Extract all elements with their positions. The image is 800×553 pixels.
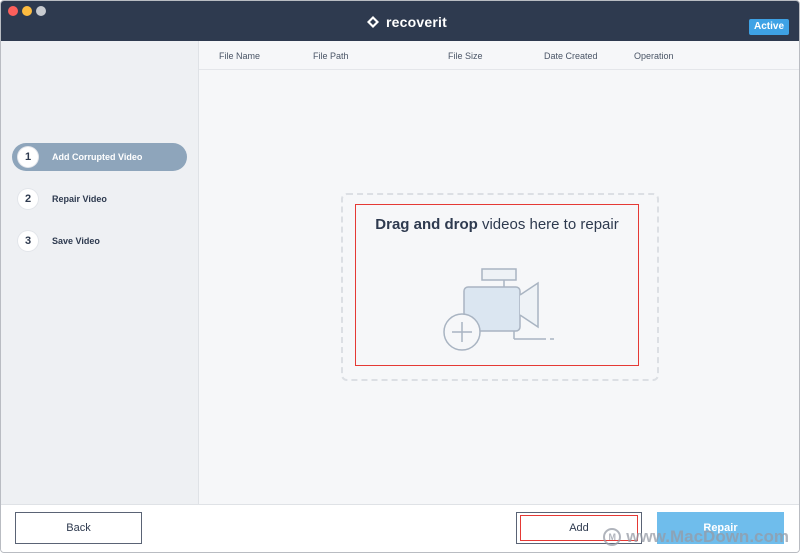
- app-window: recoverit Active 1 Add Corrupted Video 2…: [0, 0, 800, 553]
- step-label: Save Video: [52, 236, 100, 246]
- step-repair-video[interactable]: 2 Repair Video: [12, 185, 187, 213]
- column-operation: Operation: [634, 51, 674, 61]
- watermark-text: www.MacDown.com: [626, 527, 789, 546]
- step-number: 3: [18, 231, 38, 251]
- column-file-path: File Path: [313, 51, 349, 61]
- app-brand: recoverit: [365, 13, 447, 31]
- step-label: Repair Video: [52, 194, 107, 204]
- app-name: recoverit: [386, 14, 447, 30]
- footer-bar: Back Add Repair M www.MacDown.com: [1, 504, 799, 552]
- close-window-button[interactable]: [8, 6, 18, 16]
- step-number: 2: [18, 189, 38, 209]
- drop-zone-text-rest: videos here to repair: [477, 216, 619, 233]
- drop-zone-text: Drag and drop videos here to repair: [356, 216, 638, 233]
- file-table-header: File Name File Path File Size Date Creat…: [199, 41, 799, 70]
- recoverit-logo-icon: [367, 16, 379, 28]
- drop-zone[interactable]: Drag and drop videos here to repair: [355, 204, 639, 366]
- maximize-window-button[interactable]: [36, 6, 46, 16]
- steps-sidebar: 1 Add Corrupted Video 2 Repair Video 3 S…: [1, 41, 199, 504]
- video-camera-add-icon: [443, 268, 554, 351]
- step-save-video[interactable]: 3 Save Video: [12, 227, 187, 255]
- minimize-window-button[interactable]: [22, 6, 32, 16]
- step-number: 1: [18, 147, 38, 167]
- column-file-size: File Size: [448, 51, 483, 61]
- step-label: Add Corrupted Video: [52, 152, 143, 162]
- main-panel: File Name File Path File Size Date Creat…: [199, 41, 799, 504]
- column-file-name: File Name: [219, 51, 261, 61]
- step-add-corrupted-video[interactable]: 1 Add Corrupted Video: [12, 143, 187, 171]
- column-date-created: Date Created: [544, 51, 598, 61]
- watermark-logo-icon: M: [603, 528, 622, 546]
- watermark: M www.MacDown.com: [603, 527, 789, 547]
- back-button[interactable]: Back: [15, 512, 142, 544]
- active-badge[interactable]: Active: [748, 19, 789, 35]
- drop-zone-text-bold: Drag and drop: [375, 216, 478, 233]
- title-bar: recoverit Active: [1, 1, 799, 41]
